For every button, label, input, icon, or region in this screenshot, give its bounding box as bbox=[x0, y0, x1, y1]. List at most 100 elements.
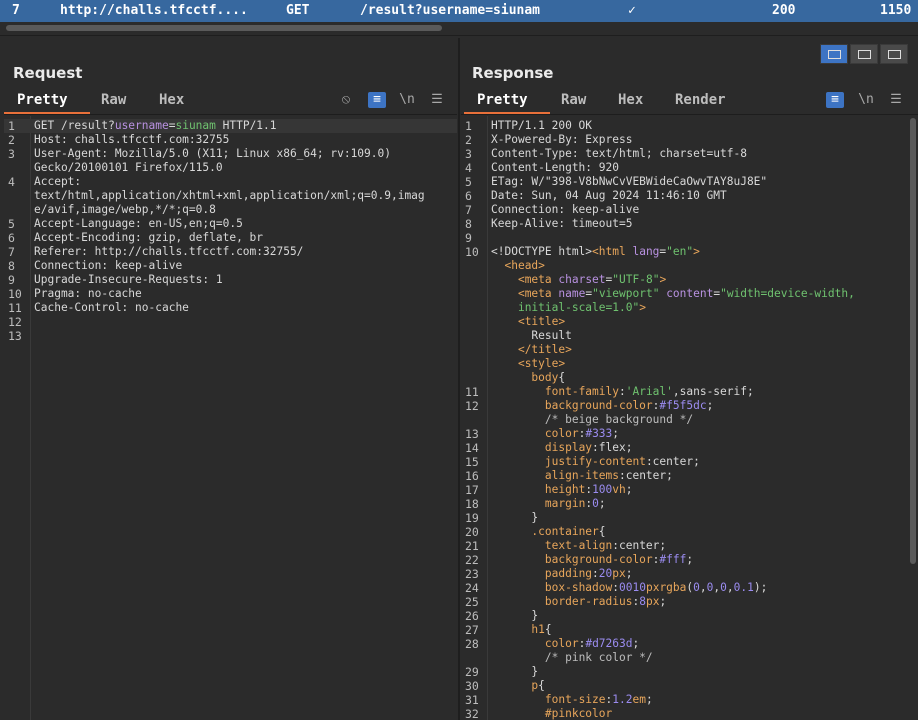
history-scroll-thumb[interactable] bbox=[6, 25, 442, 31]
layout-toggle bbox=[820, 44, 908, 64]
code-line: 1 HTTP/1.1 200 OK bbox=[461, 119, 918, 133]
code-token: 100 bbox=[592, 483, 613, 496]
code-line: 31 font-size:1.2em; bbox=[461, 693, 918, 707]
code-token: } bbox=[491, 609, 539, 622]
line-number: 19 bbox=[465, 511, 479, 525]
code-token: <!DOCTYPE html> bbox=[491, 245, 593, 258]
code-token: .container bbox=[531, 525, 599, 538]
show-newlines-icon[interactable]: \n bbox=[857, 92, 875, 108]
code-line: 2 Host: challs.tfcctf.com:32755 bbox=[4, 133, 457, 147]
line-number: 9 bbox=[8, 273, 15, 287]
response-pane: Response Pretty Raw Hex Render ≡ \n ☰ 1 H… bbox=[461, 38, 918, 720]
code-line: 21 text-align:center; bbox=[461, 539, 918, 553]
tab-render[interactable]: Render bbox=[675, 92, 726, 108]
line-number: 23 bbox=[465, 567, 479, 581]
line-code: initial-scale=1.0"> bbox=[491, 301, 646, 315]
code-token: ; bbox=[645, 693, 653, 706]
line-code: <head> bbox=[491, 259, 544, 273]
response-scrollbar[interactable] bbox=[910, 118, 916, 564]
hide-nonprintable-icon[interactable]: ⦸ bbox=[337, 92, 355, 108]
code-token: HTTP/1.1 200 OK bbox=[491, 119, 593, 132]
pane-divider[interactable] bbox=[458, 38, 460, 720]
tab-hex[interactable]: Hex bbox=[618, 92, 643, 108]
code-token: 'Arial' bbox=[625, 385, 673, 398]
line-code: justify-content:center; bbox=[491, 455, 700, 469]
line-code: .container{ bbox=[491, 525, 605, 539]
tab-pretty[interactable]: Pretty bbox=[17, 92, 68, 108]
code-line: <title> bbox=[461, 315, 918, 329]
single-pane-icon bbox=[888, 50, 901, 59]
code-line: /* pink color */ bbox=[461, 651, 918, 665]
code-token: <style> bbox=[517, 357, 566, 370]
code-line: 3 Content-Type: text/html; charset=utf-8 bbox=[461, 147, 918, 161]
code-token: <meta bbox=[517, 287, 559, 300]
code-token: Content-Length: 920 bbox=[491, 161, 619, 174]
code-token: > bbox=[639, 301, 646, 314]
code-token: : bbox=[592, 567, 599, 580]
code-token: color bbox=[544, 427, 579, 440]
code-token: #fff bbox=[659, 553, 687, 566]
line-number: 13 bbox=[8, 329, 22, 343]
tab-pretty[interactable]: Pretty bbox=[477, 92, 528, 108]
code-token: , bbox=[699, 581, 707, 594]
request-editor[interactable]: 1 GET /result?username=siunam HTTP/1.1 2 Ho… bbox=[4, 116, 457, 720]
line-code: height:100vh; bbox=[491, 483, 633, 497]
code-line: <meta name="viewport" content="width=dev… bbox=[461, 287, 918, 301]
line-code: p{ bbox=[491, 679, 545, 693]
line-number: 2 bbox=[465, 133, 472, 147]
code-token: #f5f5dc bbox=[659, 399, 707, 412]
code-line: 5 Accept-Language: en-US,en;q=0.5 bbox=[4, 217, 457, 231]
code-line: e/avif,image/webp,*/*;q=0.8 bbox=[4, 203, 457, 217]
layout-stacked-button[interactable] bbox=[850, 44, 878, 64]
response-editor[interactable]: 1 HTTP/1.1 200 OK 2 X-Powered-By: Express 3 C… bbox=[461, 116, 918, 720]
tab-raw[interactable]: Raw bbox=[561, 92, 586, 108]
code-token: align-items bbox=[544, 469, 619, 482]
code-token: color bbox=[544, 637, 579, 650]
layout-side-by-side-button[interactable] bbox=[820, 44, 848, 64]
line-code: <meta charset="UTF-8"> bbox=[491, 273, 666, 287]
tab-hex[interactable]: Hex bbox=[159, 92, 184, 108]
code-line: 25 border-radius:8px; bbox=[461, 595, 918, 609]
code-line: 19 } bbox=[461, 511, 918, 525]
menu-icon[interactable]: ☰ bbox=[428, 92, 446, 108]
line-code: } bbox=[491, 511, 538, 525]
code-token: lang bbox=[632, 245, 660, 258]
history-scrollbar[interactable] bbox=[0, 22, 918, 34]
wrap-lines-icon[interactable]: ≡ bbox=[368, 92, 386, 108]
wrap-lines-icon[interactable]: ≡ bbox=[826, 92, 844, 108]
line-code: Keep-Alive: timeout=5 bbox=[491, 217, 632, 231]
line-code: color:#333; bbox=[491, 427, 619, 441]
response-tabs: Pretty Raw Hex Render bbox=[461, 88, 918, 114]
code-token: <meta bbox=[517, 273, 559, 286]
line-code: body{ bbox=[491, 371, 565, 385]
line-code: Accept-Encoding: gzip, deflate, br bbox=[34, 231, 263, 245]
code-token: > bbox=[693, 245, 700, 258]
history-row-selected[interactable]: 7 http://challs.tfcctf.... GET /result?u… bbox=[0, 0, 918, 22]
code-token: ; bbox=[632, 637, 640, 650]
code-line: 5 ETag: W/"398-V8bNwCvVEBWideCaOwvTAY8uJ8… bbox=[461, 175, 918, 189]
code-token: </title> bbox=[517, 343, 572, 356]
line-number: 12 bbox=[465, 399, 479, 413]
separator bbox=[0, 35, 918, 36]
code-line: 4 Content-Length: 920 bbox=[461, 161, 918, 175]
code-line: 11 Cache-Control: no-cache bbox=[4, 301, 457, 315]
code-line: 8 Connection: keep-alive bbox=[4, 259, 457, 273]
code-line: 8 Keep-Alive: timeout=5 bbox=[461, 217, 918, 231]
code-token: Gecko/20100101 Firefox/115.0 bbox=[34, 161, 223, 174]
show-newlines-icon[interactable]: \n bbox=[398, 92, 416, 108]
code-line: 7 Referer: http://challs.tfcctf.com:32755… bbox=[4, 245, 457, 259]
tab-raw[interactable]: Raw bbox=[101, 92, 126, 108]
layout-tabs-button[interactable] bbox=[880, 44, 908, 64]
menu-icon[interactable]: ☰ bbox=[887, 92, 905, 108]
code-line: 11 font-family:'Arial',sans-serif; bbox=[461, 385, 918, 399]
